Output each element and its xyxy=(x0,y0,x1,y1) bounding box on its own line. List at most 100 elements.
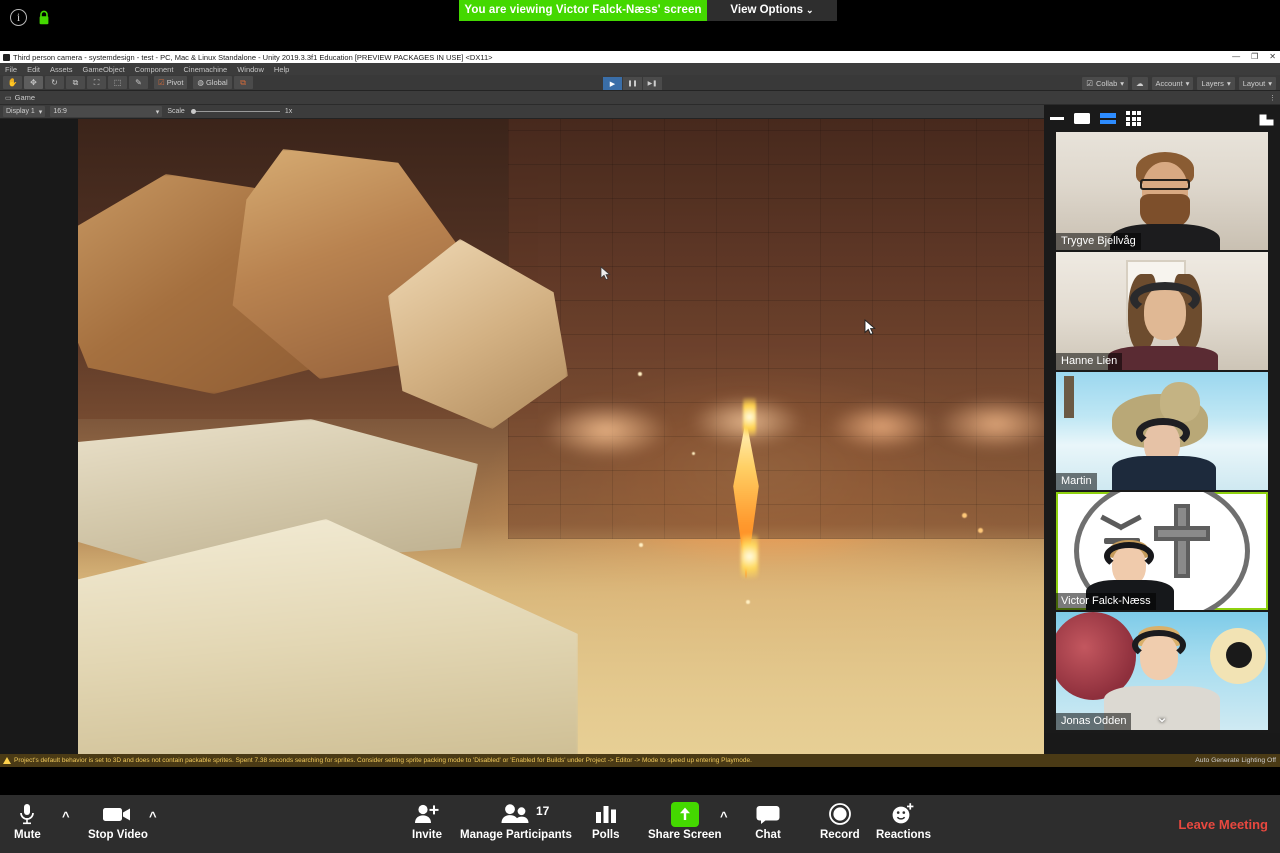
audio-options-chevron-icon[interactable]: ^ xyxy=(62,809,70,824)
polls-label: Polls xyxy=(592,829,620,841)
panel-menu-icon[interactable]: ⋮ xyxy=(1269,94,1280,102)
ember-spark xyxy=(978,528,983,533)
background-pupil xyxy=(1226,642,1252,668)
pivot-label: Pivot xyxy=(166,78,184,87)
participant-name: Trygve Bjellvåg xyxy=(1056,233,1141,250)
flame-top-spark xyxy=(743,397,756,437)
layers-label: Layers xyxy=(1201,79,1224,88)
unity-menu-bar: File Edit Assets GameObject Component Ci… xyxy=(0,63,1280,75)
move-tool-icon[interactable]: ✥ xyxy=(24,76,43,89)
layers-snap-icon[interactable]: ⧉ xyxy=(233,76,253,89)
speaker-view-icon[interactable] xyxy=(1074,113,1090,124)
play-button[interactable]: ▶ xyxy=(603,77,622,90)
menu-item-component[interactable]: Component xyxy=(135,65,174,74)
participant-name: Jonas Odden xyxy=(1056,713,1132,730)
lock-icon[interactable] xyxy=(37,10,51,26)
tab-game[interactable]: Game xyxy=(15,93,35,102)
chat-button[interactable]: Chat xyxy=(755,801,781,842)
aspect-label: 16:9 xyxy=(53,108,67,115)
account-label: Account xyxy=(1155,79,1183,88)
menu-item-file[interactable]: File xyxy=(5,65,17,74)
manage-participants-button[interactable]: Manage Participants xyxy=(460,801,572,842)
menu-item-assets[interactable]: Assets xyxy=(50,65,73,74)
layout-dropdown[interactable]: Layout ▾ xyxy=(1238,77,1276,90)
mute-button[interactable]: Mute xyxy=(14,801,41,842)
video-options-chevron-icon[interactable]: ^ xyxy=(149,809,157,824)
participant-tile[interactable]: Martin xyxy=(1056,372,1268,490)
menu-item-cinemachine[interactable]: Cinemachine xyxy=(183,65,227,74)
rect-tool-icon[interactable]: ⛶ xyxy=(87,76,106,89)
display-dropdown[interactable]: Display 1 ▾ xyxy=(3,106,46,117)
step-button[interactable]: ▶❚ xyxy=(643,77,662,90)
menu-item-window[interactable]: Window xyxy=(237,65,264,74)
game-tab-icon: ▭ xyxy=(5,94,12,102)
transform-tool-icon[interactable]: ⬚ xyxy=(108,76,127,89)
scale-tool-icon[interactable]: ⧉ xyxy=(66,76,85,89)
minimize-button[interactable]: — xyxy=(1232,53,1240,61)
unity-title-bar: Third person camera - systemdesign - tes… xyxy=(0,51,1280,63)
invite-button[interactable]: Invite xyxy=(412,801,442,842)
minimize-icon[interactable] xyxy=(1050,117,1064,120)
scroll-down-icon[interactable]: ⌄ xyxy=(1156,710,1169,725)
unity-toolbar: ✋ ✥ ↻ ⧉ ⛶ ⬚ ✎ ☑ Pivot ◍ Global ⧉ ▶ ❚❚ ▶❚ xyxy=(0,75,1280,91)
window-controls: — ❐ ✕ xyxy=(1232,51,1276,63)
hand-tool-icon[interactable]: ✋ xyxy=(3,76,22,89)
menu-item-edit[interactable]: Edit xyxy=(27,65,40,74)
polls-button[interactable]: Polls xyxy=(592,801,619,842)
video-label: Stop Video xyxy=(88,829,148,841)
chevron-down-icon: ▾ xyxy=(1226,79,1231,88)
cursor-arrow-icon xyxy=(600,266,611,281)
participant-tile[interactable]: Trygve Bjellvåg xyxy=(1056,132,1268,250)
unity-logo-icon xyxy=(3,53,10,61)
cloud-button[interactable]: ☁ xyxy=(1132,77,1148,90)
participant-tile-active-speaker[interactable]: Victor Falck-Næss xyxy=(1056,492,1268,610)
layers-dropdown[interactable]: Layers ▾ xyxy=(1197,77,1235,90)
custom-tool-icon[interactable]: ✎ xyxy=(129,76,148,89)
maximize-button[interactable]: ❐ xyxy=(1251,53,1258,61)
game-viewport[interactable] xyxy=(78,119,1044,754)
stop-video-button[interactable]: Stop Video xyxy=(88,801,148,842)
participant-tiles[interactable]: Trygve Bjellvåg Hanne Lien Martin Victor… xyxy=(1044,132,1280,733)
close-button[interactable]: ✕ xyxy=(1269,53,1276,61)
scale-label: Scale xyxy=(167,108,185,115)
unity-status-bar[interactable]: Project's default behavior is set to 3D … xyxy=(0,754,1280,767)
popout-icon[interactable] xyxy=(1259,113,1274,125)
scale-slider[interactable] xyxy=(190,106,280,117)
collab-dropdown[interactable]: ☑ Collab ▾ xyxy=(1082,77,1129,90)
aspect-ratio-dropdown[interactable]: 16:9 ▾ xyxy=(50,106,163,117)
gallery-view-icon[interactable] xyxy=(1126,111,1141,126)
participant-tile[interactable]: Hanne Lien xyxy=(1056,252,1268,370)
pivot-dropdown[interactable]: ☑ Pivot xyxy=(154,76,188,89)
strip-view-icon[interactable] xyxy=(1100,113,1116,124)
fire-glow-band xyxy=(528,359,1044,489)
leave-meeting-button[interactable]: Leave Meeting xyxy=(1178,817,1268,832)
panel-view-controls xyxy=(1044,105,1280,132)
chat-label: Chat xyxy=(755,829,781,841)
record-circle-icon xyxy=(828,801,852,827)
pivot-check-icon: ☑ xyxy=(158,78,165,87)
avatar-headset xyxy=(1104,542,1154,570)
reactions-button[interactable]: Reactions xyxy=(876,801,931,842)
chevron-down-icon: ▾ xyxy=(38,108,43,116)
play-controls: ▶ ❚❚ ▶❚ xyxy=(603,77,662,90)
menu-item-help[interactable]: Help xyxy=(274,65,289,74)
microphone-icon xyxy=(17,801,37,827)
global-dropdown[interactable]: ◍ Global xyxy=(193,76,232,89)
record-button[interactable]: Record xyxy=(820,801,860,842)
slider-knob[interactable] xyxy=(190,109,196,114)
collab-label: Collab xyxy=(1096,79,1118,88)
account-dropdown[interactable]: Account ▾ xyxy=(1151,77,1194,90)
info-icon[interactable]: i xyxy=(10,9,27,26)
share-options-chevron-icon[interactable]: ^ xyxy=(720,809,728,824)
view-options-button[interactable]: View Options ⌄ xyxy=(707,0,837,21)
avatar-headset xyxy=(1132,630,1186,660)
bar-chart-icon xyxy=(594,801,618,827)
popout-glyph xyxy=(1259,114,1274,125)
participant-name: Hanne Lien xyxy=(1056,353,1123,370)
share-screen-button[interactable]: Share Screen xyxy=(648,801,722,842)
rotate-tool-icon[interactable]: ↻ xyxy=(45,76,64,89)
ember-spark xyxy=(638,372,642,376)
status-warning-message: Project's default behavior is set to 3D … xyxy=(14,757,752,764)
pause-button[interactable]: ❚❚ xyxy=(623,77,642,90)
menu-item-gameobject[interactable]: GameObject xyxy=(83,65,125,74)
